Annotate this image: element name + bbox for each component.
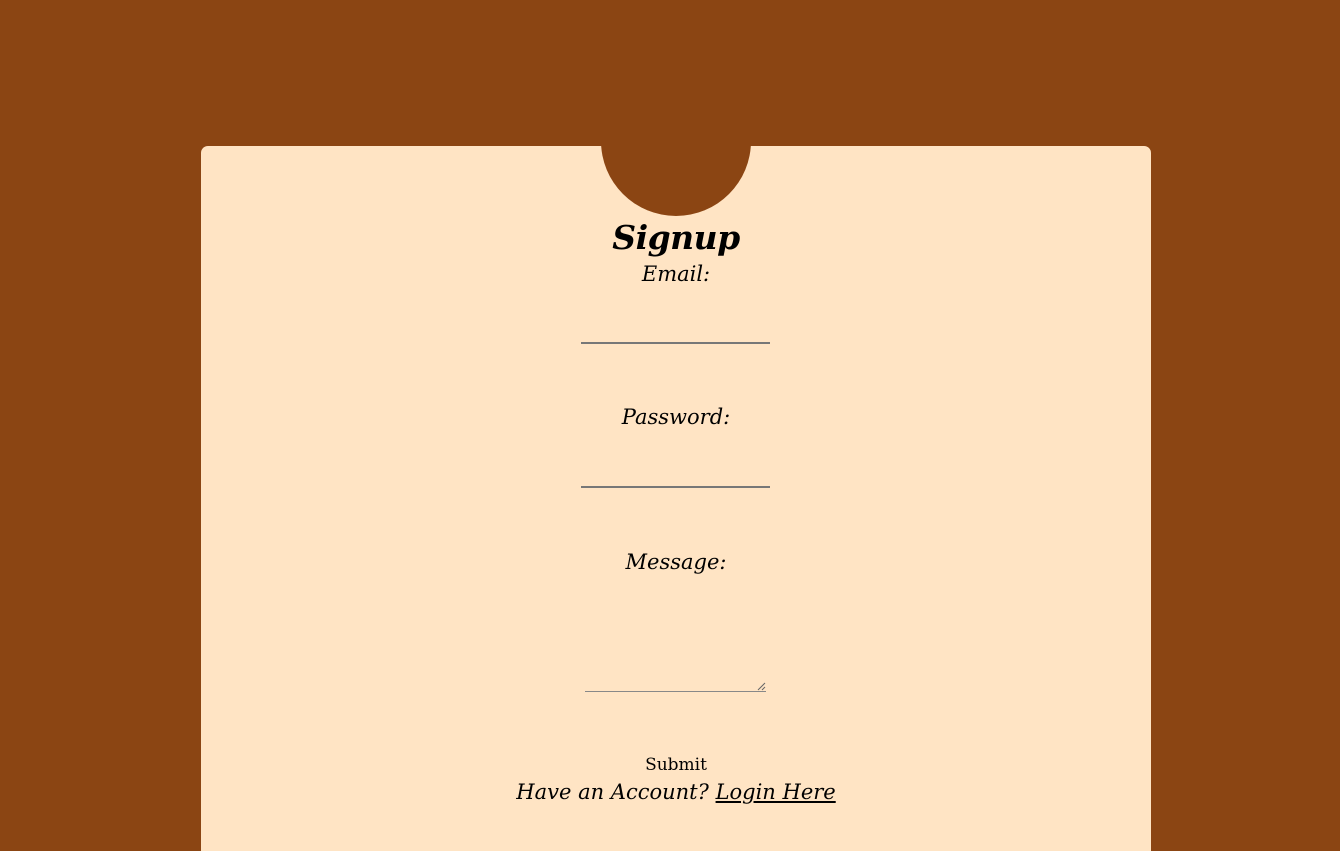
password-field[interactable] [581,462,770,488]
submit-button[interactable]: Submit [201,755,1151,775]
login-prompt: Have an Account? Login Here [201,780,1151,804]
email-label: Email: [641,262,711,286]
message-label: Message: [625,550,727,574]
password-label: Password: [621,405,731,429]
login-link[interactable]: Login Here [716,780,836,804]
resize-handle-icon[interactable] [757,682,766,691]
email-field[interactable] [581,318,770,344]
signup-card: Signup Email: Password: Message: Submit … [201,146,1151,851]
login-prompt-text: Have an Account? [516,780,709,804]
message-textarea[interactable] [585,633,766,692]
page-title: Signup [612,218,740,257]
card-notch [601,146,751,216]
